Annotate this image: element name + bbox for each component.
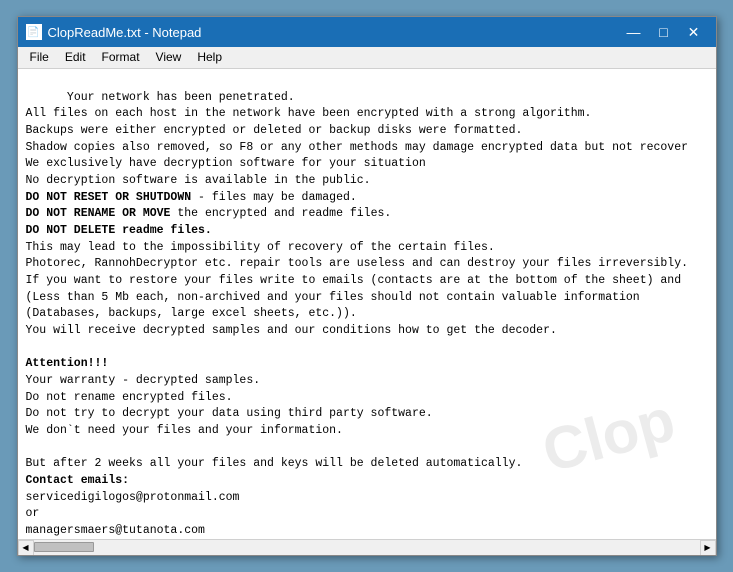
ransom-note-text: Your network has been penetrated. All fi… xyxy=(26,91,689,539)
minimize-button[interactable]: — xyxy=(620,21,648,43)
app-icon: 📄 xyxy=(26,24,42,40)
menu-format[interactable]: Format xyxy=(94,49,148,66)
window-title: ClopReadMe.txt - Notepad xyxy=(48,25,202,40)
text-content[interactable]: Your network has been penetrated. All fi… xyxy=(18,69,716,539)
menu-edit[interactable]: Edit xyxy=(57,49,94,66)
menu-view[interactable]: View xyxy=(148,49,190,66)
scrollbar-thumb[interactable] xyxy=(34,542,94,552)
title-bar-left: 📄 ClopReadMe.txt - Notepad xyxy=(26,24,202,40)
close-button[interactable]: ✕ xyxy=(680,21,708,43)
notepad-window: 📄 ClopReadMe.txt - Notepad — □ ✕ File Ed… xyxy=(17,16,717,556)
menu-bar: File Edit Format View Help xyxy=(18,47,716,69)
scrollbar-track[interactable] xyxy=(34,540,700,555)
title-bar-controls: — □ ✕ xyxy=(620,21,708,43)
content-area: Your network has been penetrated. All fi… xyxy=(18,69,716,555)
horizontal-scrollbar: ◀ ▶ xyxy=(18,539,716,555)
title-bar: 📄 ClopReadMe.txt - Notepad — □ ✕ xyxy=(18,17,716,47)
scroll-left-button[interactable]: ◀ xyxy=(18,540,34,556)
menu-help[interactable]: Help xyxy=(189,49,230,66)
watermark: Clop xyxy=(533,376,684,495)
maximize-button[interactable]: □ xyxy=(650,21,678,43)
menu-file[interactable]: File xyxy=(22,49,57,66)
scroll-right-button[interactable]: ▶ xyxy=(700,540,716,556)
